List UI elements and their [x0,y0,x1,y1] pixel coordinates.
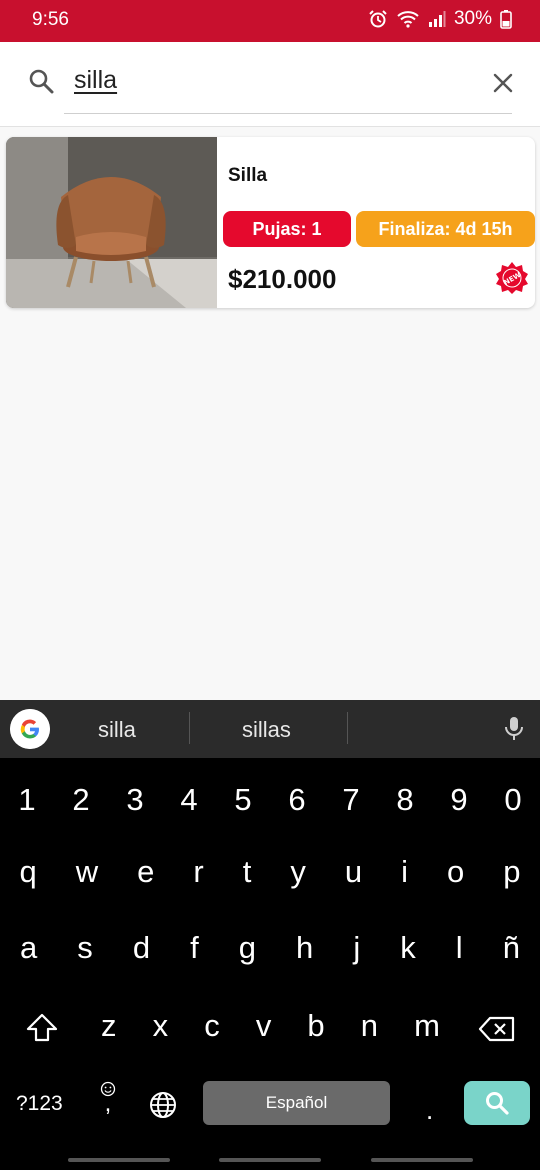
key-b[interactable]: b [307,1008,324,1044]
space-bar[interactable]: Español [203,1081,390,1125]
key-w[interactable]: w [76,854,98,890]
key-3[interactable]: 3 [126,782,143,818]
suggestion-divider [347,712,348,744]
letter-row-1: q w e r t y u i o p [0,854,540,890]
key-enye[interactable]: ñ [503,930,520,966]
nav-pill-left [68,1158,170,1162]
key-k[interactable]: k [400,930,416,966]
key-u[interactable]: u [345,854,362,890]
key-o[interactable]: o [447,854,464,890]
wifi-icon [397,11,419,28]
key-9[interactable]: 9 [450,782,467,818]
period-key[interactable]: . [426,1095,433,1126]
backspace-icon[interactable] [478,1016,516,1042]
key-4[interactable]: 4 [180,782,197,818]
key-1[interactable]: 1 [18,782,35,818]
auction-card[interactable]: Silla Pujas: 1 Finaliza: 4d 15h $210.000… [6,137,535,308]
search-key-icon [486,1092,509,1115]
search-key[interactable] [464,1081,530,1125]
symbols-key[interactable]: ?123 [16,1092,63,1116]
suggestion-bar: silla sillas [0,700,540,758]
search-underline [64,113,512,114]
ends-badge: Finaliza: 4d 15h [356,211,535,247]
key-7[interactable]: 7 [342,782,359,818]
clear-search-icon[interactable] [492,72,514,94]
key-s[interactable]: s [77,930,93,966]
battery-percent: 30% [453,8,492,29]
key-z[interactable]: z [101,1008,117,1044]
status-time: 9:56 [32,9,69,30]
suggestion-2[interactable]: sillas [242,717,291,743]
key-p[interactable]: p [503,854,520,890]
number-row: 1 2 3 4 5 6 7 8 9 0 [0,782,540,818]
key-y[interactable]: y [290,854,306,890]
globe-icon[interactable] [148,1090,178,1120]
key-0[interactable]: 0 [504,782,521,818]
letter-row-2: a s d f g h j k l ñ [0,930,540,966]
key-6[interactable]: 6 [288,782,305,818]
key-e[interactable]: e [137,854,154,890]
mic-icon[interactable] [503,716,525,742]
suggestion-1[interactable]: silla [98,717,136,743]
key-c[interactable]: c [204,1008,220,1044]
product-image [6,137,217,308]
key-x[interactable]: x [153,1008,169,1044]
google-logo-icon[interactable] [10,709,50,749]
new-seal-icon: NEW [496,262,528,294]
key-8[interactable]: 8 [396,782,413,818]
key-g[interactable]: g [239,930,256,966]
key-h[interactable]: h [296,930,313,966]
status-bar: 9:56 30% [0,0,540,42]
nav-pill-right [371,1158,473,1162]
key-i[interactable]: i [401,854,408,890]
shift-icon[interactable] [25,1013,59,1043]
key-d[interactable]: d [133,930,150,966]
battery-icon [500,10,512,29]
key-l[interactable]: l [456,930,463,966]
key-n[interactable]: n [361,1008,378,1044]
nav-pill-center [219,1158,321,1162]
key-f[interactable]: f [190,930,199,966]
comma-label: , [104,1090,112,1117]
key-t[interactable]: t [243,854,252,890]
key-q[interactable]: q [20,854,37,890]
status-icons: 30% [368,8,512,30]
suggestion-divider [189,712,190,744]
alarm-icon [369,10,387,28]
key-v[interactable]: v [256,1008,272,1044]
keyboard: silla sillas 1 2 3 4 5 6 7 8 9 0 q w e r… [0,700,540,1170]
signal-icon [428,11,446,27]
key-2[interactable]: 2 [72,782,89,818]
key-5[interactable]: 5 [234,782,251,818]
search-input[interactable]: silla [74,66,117,95]
key-m[interactable]: m [414,1008,440,1044]
letter-row-3: z x c v b n m [83,1008,458,1044]
comma-emoji-key[interactable]: , [100,1081,116,1117]
key-j[interactable]: j [353,930,360,966]
search-bar: silla [0,42,540,127]
key-r[interactable]: r [193,854,203,890]
key-a[interactable]: a [20,930,37,966]
search-icon [29,69,54,94]
listing-title: Silla [228,165,268,186]
listing-price: $210.000 [228,264,337,294]
bids-badge: Pujas: 1 [223,211,351,247]
